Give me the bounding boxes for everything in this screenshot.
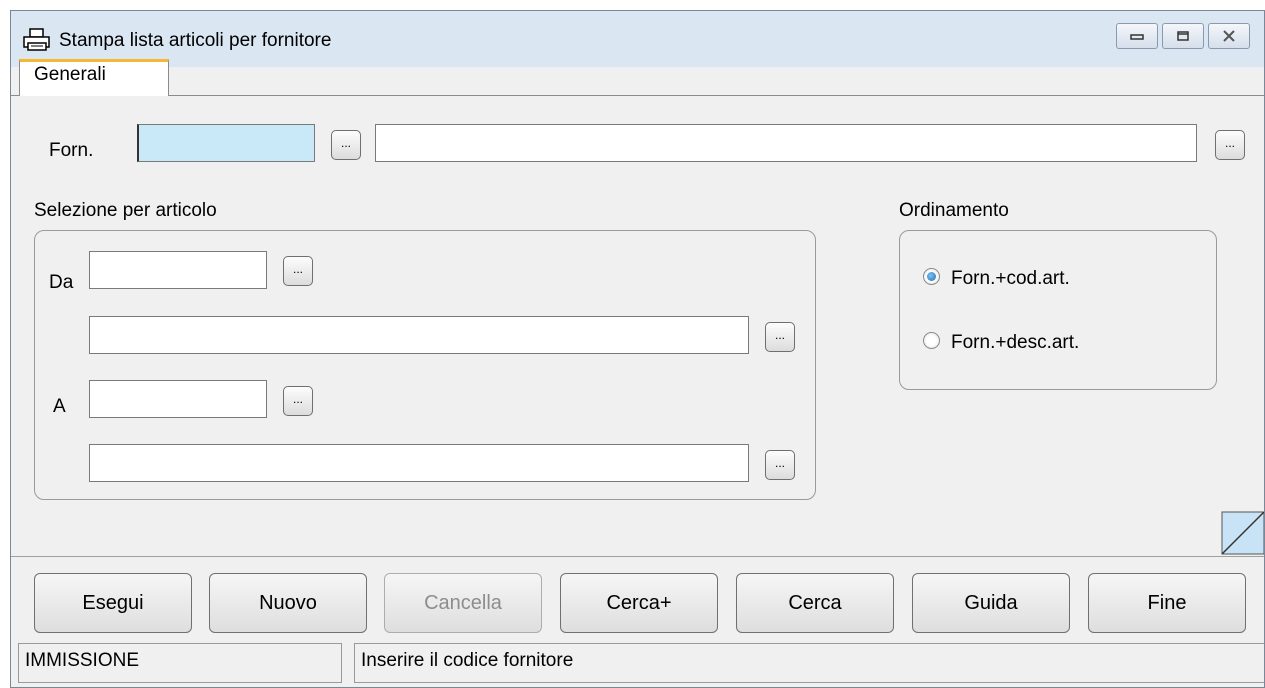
tab-page-generali: Forn. ... ... Selezione per articolo Da … bbox=[19, 96, 1264, 546]
status-mode: IMMISSIONE bbox=[18, 643, 342, 683]
da-code-input[interactable] bbox=[89, 251, 267, 289]
minimize-button[interactable] bbox=[1116, 23, 1158, 49]
fine-button[interactable]: Fine bbox=[1088, 573, 1246, 633]
printer-icon bbox=[23, 28, 50, 51]
window-title: Stampa lista articoli per fornitore bbox=[59, 30, 332, 51]
a-desc-input[interactable] bbox=[89, 444, 749, 482]
radio-forn-cod-art[interactable] bbox=[923, 268, 940, 285]
a-code-input[interactable] bbox=[89, 380, 267, 418]
a-desc-lookup-button[interactable]: ... bbox=[765, 450, 795, 480]
status-message: Inserire il codice fornitore bbox=[354, 643, 1264, 683]
ordinamento-title: Ordinamento bbox=[899, 200, 1009, 221]
cancella-button[interactable]: Cancella bbox=[384, 573, 542, 633]
forn-desc-lookup-button[interactable]: ... bbox=[1215, 130, 1245, 160]
radio-forn-desc-art-label[interactable]: Forn.+desc.art. bbox=[951, 332, 1079, 354]
guida-button[interactable]: Guida bbox=[912, 573, 1070, 633]
da-code-lookup-button[interactable]: ... bbox=[283, 256, 313, 286]
da-desc-lookup-button[interactable]: ... bbox=[765, 322, 795, 352]
tab-generali[interactable]: Generali bbox=[19, 59, 169, 96]
esegui-button[interactable]: Esegui bbox=[34, 573, 192, 633]
window-controls bbox=[1112, 23, 1250, 49]
close-button[interactable] bbox=[1208, 23, 1250, 49]
ordinamento-group bbox=[899, 230, 1217, 390]
da-label: Da bbox=[49, 272, 74, 293]
button-area-separator bbox=[11, 556, 1264, 557]
forn-desc-input[interactable] bbox=[375, 124, 1197, 162]
cerca-plus-button[interactable]: Cerca+ bbox=[560, 573, 718, 633]
a-label: A bbox=[53, 396, 66, 417]
da-desc-input[interactable] bbox=[89, 316, 749, 354]
corner-resize-icon bbox=[1221, 511, 1264, 555]
maximize-button[interactable] bbox=[1162, 23, 1204, 49]
radio-forn-desc-art[interactable] bbox=[923, 332, 940, 349]
tab-strip: Generali bbox=[11, 59, 1264, 96]
forn-code-input[interactable] bbox=[137, 124, 315, 162]
maximize-icon bbox=[1177, 31, 1189, 41]
selezione-title: Selezione per articolo bbox=[34, 200, 217, 221]
radio-forn-cod-art-label[interactable]: Forn.+cod.art. bbox=[951, 268, 1070, 290]
cerca-button[interactable]: Cerca bbox=[736, 573, 894, 633]
close-icon bbox=[1223, 30, 1235, 42]
minimize-icon bbox=[1130, 34, 1144, 40]
forn-label: Forn. bbox=[49, 140, 94, 161]
nuovo-button[interactable]: Nuovo bbox=[209, 573, 367, 633]
a-code-lookup-button[interactable]: ... bbox=[283, 386, 313, 416]
forn-code-lookup-button[interactable]: ... bbox=[331, 130, 361, 160]
main-window: Stampa lista articoli per fornitore Gene… bbox=[10, 10, 1265, 688]
